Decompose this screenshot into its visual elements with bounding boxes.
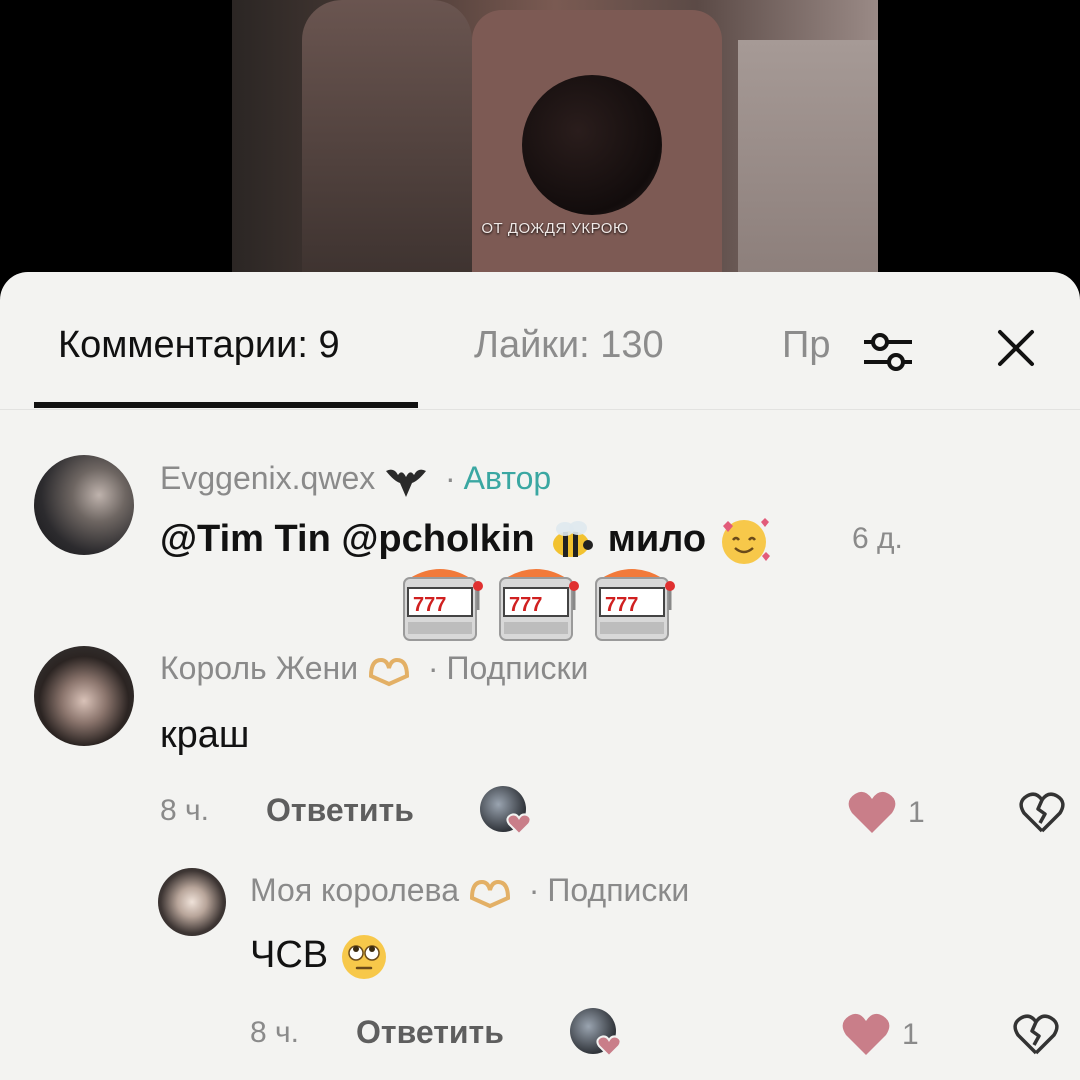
slot-machine-icon: 777 [403,569,483,641]
video-preview[interactable]: ОТ ДОЖДЯ УКРОЮ [0,0,1080,300]
active-tab-indicator [34,402,418,408]
author-badge: Автор [463,460,552,496]
bat-icon [386,469,427,497]
heart-hands-icon [469,879,510,908]
video-frame: ОТ ДОЖДЯ УКРОЮ [232,0,878,300]
shirt-print [522,75,662,215]
dislike-broken-heart-icon[interactable] [1010,1008,1062,1060]
comment-time: 8 ч. [160,794,209,827]
close-icon[interactable] [988,320,1044,376]
smiling-face-with-hearts-icon [721,518,770,564]
tab-truncated[interactable]: Пр [782,324,830,374]
filter-sliders-icon[interactable] [858,322,918,382]
heart-icon [596,1035,622,1058]
reply-button[interactable]: Ответить [356,1014,504,1051]
following-badge: Подписки [446,650,589,686]
video-subtitle: ОТ ДОЖДЯ УКРОЮ [481,220,629,237]
comment-text: краш [160,714,250,756]
like-count: 1 [902,1018,919,1051]
svg-text:777: 777 [605,594,638,616]
avatar[interactable] [158,868,226,936]
like-heart-icon[interactable] [840,1008,892,1060]
comment-mentions[interactable]: @Tim Tin @pcholkin [160,518,535,560]
following-badge: Подписки [547,872,690,908]
slot-machine-emoji-row: 777 777 777 [398,558,698,654]
like-heart-icon[interactable] [846,786,898,838]
video-background-shelf [738,40,878,300]
tab-comments[interactable]: Комментарии: 9 [58,324,340,367]
avatar[interactable] [34,646,134,746]
dislike-broken-heart-icon[interactable] [1016,786,1068,838]
heart-icon [506,813,532,836]
creator-liked-indicator [480,786,534,838]
face-with-rolling-eyes-icon [341,935,386,979]
tab-bar: Комментарии: 9 Лайки: 130 Пр [0,272,1080,410]
comment-text: ЧСВ [250,932,389,982]
creator-liked-indicator [570,1008,624,1060]
tab-likes[interactable]: Лайки: 130 [474,324,664,367]
comments-panel: Комментарии: 9 Лайки: 130 Пр Evggenix.qw… [0,272,1080,1080]
comment-username[interactable]: Моя королева · Подписки [250,872,689,910]
svg-text:777: 777 [509,594,542,616]
comment-username[interactable]: Король Жени · Подписки [160,650,588,688]
svg-text:777: 777 [413,594,446,616]
video-person-left [302,0,472,300]
tabs-divider [0,409,1080,410]
comment-time: 8 ч. [250,1016,299,1049]
like-count: 1 [908,796,925,829]
heart-hands-icon [368,657,409,686]
reply-button[interactable]: Ответить [266,792,414,829]
slot-machine-icon: 777 [499,569,579,641]
comment-username[interactable]: Evggenix.qwex · Автор [160,460,551,501]
comment-time: 6 д. [852,522,903,555]
comment-word: мило [607,518,707,561]
avatar[interactable] [34,455,134,555]
slot-machine-icon: 777 [595,569,675,641]
